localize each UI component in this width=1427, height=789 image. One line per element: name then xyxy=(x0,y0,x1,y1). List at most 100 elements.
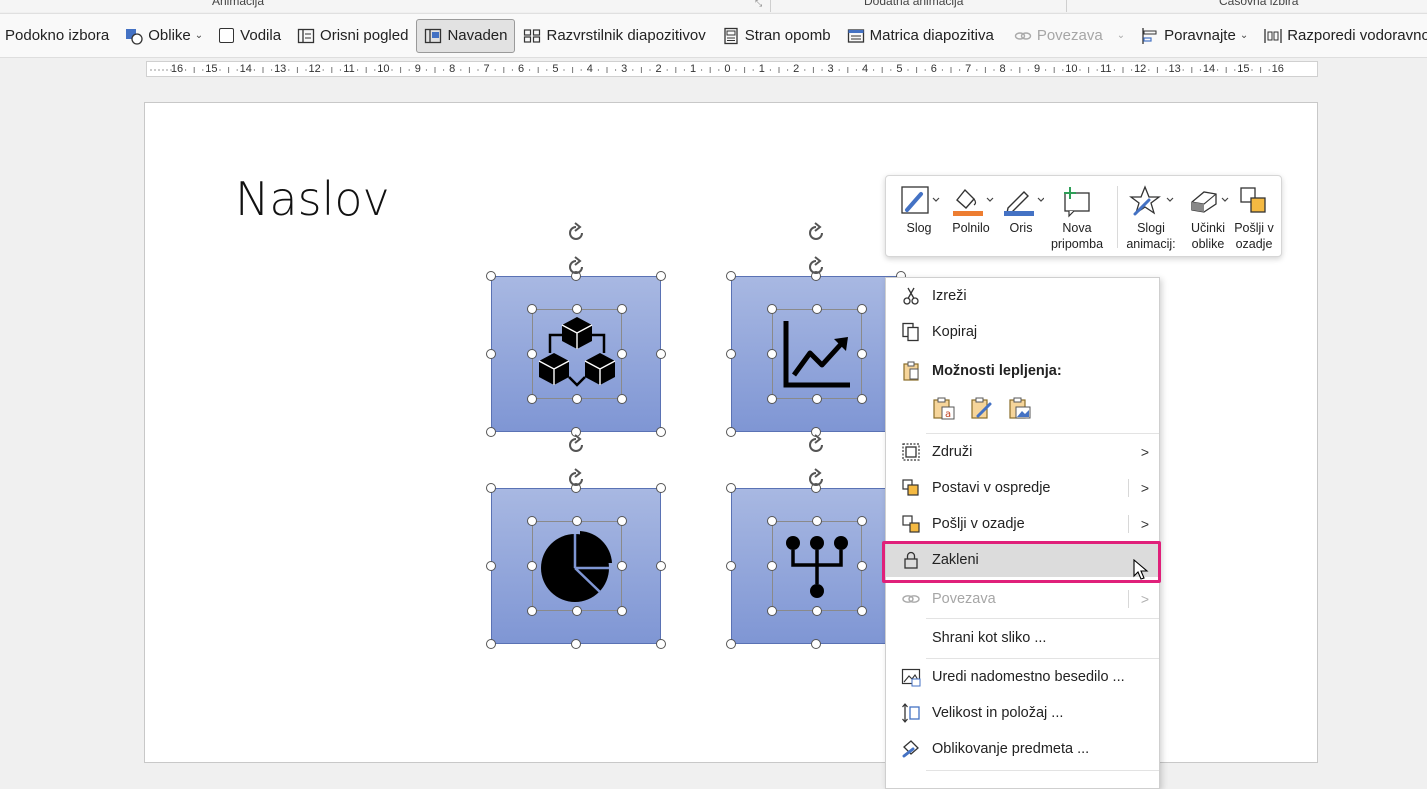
rotate-handle-icon[interactable] xyxy=(565,434,587,456)
hierarchy-icon[interactable] xyxy=(772,521,862,611)
resize-handle[interactable] xyxy=(857,606,867,616)
notes-page-button[interactable]: Stran opomb xyxy=(714,19,839,53)
resize-handle[interactable] xyxy=(811,639,821,649)
resize-handle[interactable] xyxy=(726,483,736,493)
network-cubes-icon[interactable] xyxy=(532,309,622,399)
link-button[interactable]: Povezava ⌄ xyxy=(1006,19,1133,53)
menu-item-cut[interactable]: Izreži xyxy=(886,279,1159,313)
pie-chart-icon[interactable] xyxy=(532,521,622,611)
shape-effects-button[interactable]: Učinki oblike xyxy=(1186,182,1230,252)
animation-styles-button[interactable]: Slogi animacij: xyxy=(1122,182,1180,252)
resize-handle[interactable] xyxy=(527,561,537,571)
resize-handle[interactable] xyxy=(767,304,777,314)
send-to-back-button[interactable]: Pošlji v ozadje xyxy=(1232,182,1276,252)
menu-item-lock[interactable]: Zakleni xyxy=(886,543,1159,577)
resize-handle[interactable] xyxy=(812,516,822,526)
resize-handle[interactable] xyxy=(656,639,666,649)
resize-handle[interactable] xyxy=(572,304,582,314)
menu-item-link[interactable]: Povezava > xyxy=(886,582,1159,616)
resize-handle[interactable] xyxy=(617,304,627,314)
resize-handle[interactable] xyxy=(656,271,666,281)
rotate-handle-icon[interactable] xyxy=(565,256,587,278)
rotate-handle-icon[interactable] xyxy=(805,222,827,244)
resize-handle[interactable] xyxy=(486,271,496,281)
resize-handle[interactable] xyxy=(527,349,537,359)
resize-handle[interactable] xyxy=(656,561,666,571)
resize-handle[interactable] xyxy=(767,516,777,526)
resize-handle[interactable] xyxy=(812,304,822,314)
slide-master-button[interactable]: Matrica diapozitiva xyxy=(839,19,1002,53)
resize-handle[interactable] xyxy=(527,516,537,526)
resize-handle[interactable] xyxy=(572,606,582,616)
outline-button[interactable]: Oris xyxy=(998,182,1044,236)
guides-checkbox[interactable]: Vodila xyxy=(211,19,289,53)
resize-handle[interactable] xyxy=(527,304,537,314)
new-comment-button[interactable]: Nova pripomba xyxy=(1046,182,1108,252)
menu-item-size-position[interactable]: Velikost in položaj ... xyxy=(886,696,1159,730)
resize-handle[interactable] xyxy=(857,304,867,314)
paste-as-picture-icon[interactable] xyxy=(1008,396,1032,425)
fill-button[interactable]: Polnilo xyxy=(946,182,996,236)
resize-handle[interactable] xyxy=(812,394,822,404)
horizontal-ruler[interactable]: 16 15 14 13 12 11 10 9 8 7 6 5 4 3 2 1 0 1 2 3 4 5 6 7 8 9 10 11 12 1… xyxy=(146,61,1318,77)
outline-view-button[interactable]: Orisni pogled xyxy=(289,19,416,53)
menu-item-save-as-picture[interactable]: Shrani kot sliko ... xyxy=(886,621,1159,655)
resize-handle[interactable] xyxy=(857,516,867,526)
rotate-handle-icon[interactable] xyxy=(565,468,587,490)
resize-handle[interactable] xyxy=(767,606,777,616)
resize-handle[interactable] xyxy=(857,561,867,571)
resize-handle[interactable] xyxy=(486,427,496,437)
menu-item-copy[interactable]: Kopiraj xyxy=(886,315,1159,349)
resize-handle[interactable] xyxy=(572,516,582,526)
resize-handle[interactable] xyxy=(527,394,537,404)
rotate-handle-icon[interactable] xyxy=(565,222,587,244)
paste-use-destination-theme-icon[interactable]: a xyxy=(932,396,956,425)
resize-handle[interactable] xyxy=(527,606,537,616)
resize-handle[interactable] xyxy=(767,394,777,404)
normal-view-button[interactable]: Navaden xyxy=(416,18,516,53)
style-button[interactable]: Slog xyxy=(896,182,942,236)
resize-handle[interactable] xyxy=(857,394,867,404)
dialog-launcher-icon[interactable]: ⤡ xyxy=(755,0,762,9)
paste-keep-source-formatting-icon[interactable] xyxy=(970,396,994,425)
resize-handle[interactable] xyxy=(656,427,666,437)
slide-title[interactable]: Naslov xyxy=(235,172,390,226)
resize-handle[interactable] xyxy=(857,349,867,359)
menu-item-edit-alt-text[interactable]: Uredi nadomestno besedilo ... xyxy=(886,660,1159,694)
rotate-handle-icon[interactable] xyxy=(805,434,827,456)
menu-item-group[interactable]: Združi > xyxy=(886,435,1159,469)
distribute-horizontally-button[interactable]: Razporedi vodoravno xyxy=(1256,19,1427,53)
resize-handle[interactable] xyxy=(572,394,582,404)
align-button[interactable]: Poravnajte ⌄ xyxy=(1133,19,1256,53)
resize-handle[interactable] xyxy=(617,516,627,526)
resize-handle[interactable] xyxy=(656,349,666,359)
menu-item-format-object[interactable]: Oblikovanje predmeta ... xyxy=(886,732,1159,766)
chevron-right-icon[interactable]: > xyxy=(1141,516,1149,532)
resize-handle[interactable] xyxy=(726,561,736,571)
resize-handle[interactable] xyxy=(726,271,736,281)
resize-handle[interactable] xyxy=(767,349,777,359)
menu-item-send-to-back[interactable]: Pošlji v ozadje > xyxy=(886,507,1159,541)
resize-handle[interactable] xyxy=(656,483,666,493)
resize-handle[interactable] xyxy=(486,483,496,493)
shapes-button[interactable]: Oblike ⌄ xyxy=(117,19,211,53)
resize-handle[interactable] xyxy=(726,427,736,437)
resize-handle[interactable] xyxy=(726,349,736,359)
chevron-right-icon[interactable]: > xyxy=(1141,480,1149,496)
resize-handle[interactable] xyxy=(486,561,496,571)
resize-handle[interactable] xyxy=(617,394,627,404)
selection-pane-button[interactable]: Podokno izbora xyxy=(0,19,117,53)
resize-handle[interactable] xyxy=(726,639,736,649)
resize-handle[interactable] xyxy=(571,639,581,649)
resize-handle[interactable] xyxy=(617,349,627,359)
resize-handle[interactable] xyxy=(486,639,496,649)
rotate-handle-icon[interactable] xyxy=(805,256,827,278)
resize-handle[interactable] xyxy=(617,606,627,616)
resize-handle[interactable] xyxy=(486,349,496,359)
resize-handle[interactable] xyxy=(812,606,822,616)
line-chart-icon[interactable] xyxy=(772,309,862,399)
slide-sorter-button[interactable]: Razvrstilnik diapozitivov xyxy=(515,19,713,53)
resize-handle[interactable] xyxy=(767,561,777,571)
menu-item-bring-to-front[interactable]: Postavi v ospredje > xyxy=(886,471,1159,505)
rotate-handle-icon[interactable] xyxy=(805,468,827,490)
